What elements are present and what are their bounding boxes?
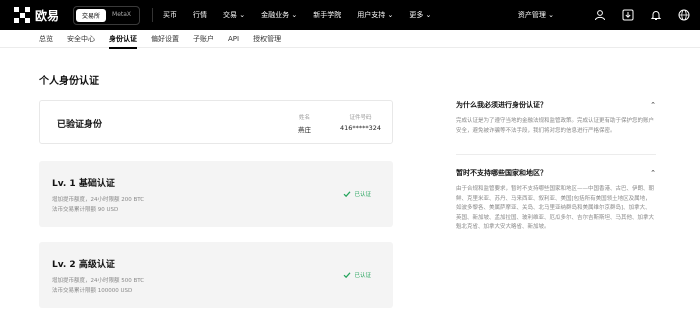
faq-question: 暂时不支持哪些国家和地区？ <box>456 169 547 177</box>
faq-answer: 由于合规和监管要求，暂时不支持哪些国家和地区——中国香港、古巴、伊朗、朝鲜、克里… <box>456 186 655 231</box>
id-number-label: 证件号码 <box>349 115 372 121</box>
chevron-up-icon[interactable]: ⌃ <box>650 169 656 177</box>
asset-management-menu[interactable]: 资产管理 ⌄ <box>518 10 554 20</box>
id-number-value: 416*****324 <box>340 124 382 132</box>
faq-question-header[interactable]: 暂时不支持哪些国家和地区？ ⌃ <box>456 168 656 178</box>
faq-item-why-verify: 为什么我必须进行身份认证？ ⌃ 完成认证是为了遵守当地的金融法规和监管政策。完成… <box>456 100 656 136</box>
level-1-card: Lv. 1 基础认证 增加提币额度，24小时限额 200 BTC 法币交易累计限… <box>39 161 393 227</box>
level-2-status-badge: 已认证 <box>343 271 371 279</box>
tab-sub-accounts[interactable]: 子账户 <box>193 30 214 48</box>
faq-question: 为什么我必须进行身份认证？ <box>456 101 547 109</box>
download-icon[interactable] <box>622 9 634 21</box>
page-title: 个人身份认证 <box>39 76 99 87</box>
nav-item-finance[interactable]: 金融业务 ⌄ <box>261 10 297 20</box>
name-value: 燕庄 <box>298 126 311 134</box>
level-1-title: Lv. 1 基础认证 <box>52 179 115 189</box>
nav-item-markets[interactable]: 行情 <box>193 10 207 20</box>
tab-api[interactable]: API <box>228 30 239 48</box>
main-menu: 买币 行情 交易 ⌄ 金融业务 ⌄ 新手学院 用户支持 ⌄ 更多 ⌄ <box>163 10 447 20</box>
level-1-status-badge: 已认证 <box>343 190 371 198</box>
logo-icon <box>14 7 30 23</box>
tab-authorization-management[interactable]: 授权管理 <box>253 30 281 48</box>
nav-item-support[interactable]: 用户支持 ⌄ <box>357 10 393 20</box>
nav-item-academy[interactable]: 新手学院 <box>313 10 341 20</box>
account-switch[interactable]: 交易所 MetaX <box>73 5 141 25</box>
level-1-fiat-limit: 法币交易累计限额 90 USD <box>52 207 119 213</box>
level-2-title: Lv. 2 高级认证 <box>52 260 115 270</box>
level-1-withdraw-limit: 增加提币额度，24小时限额 200 BTC <box>52 197 145 203</box>
tab-overview[interactable]: 总览 <box>39 30 53 48</box>
faq-item-unsupported-regions: 暂时不支持哪些国家和地区？ ⌃ 由于合规和监管要求，暂时不支持哪些国家和地区——… <box>456 168 656 233</box>
tab-identity-verification[interactable]: 身份认证 <box>109 30 137 49</box>
account-sub-navigation: 总览 安全中心 身份认证 偏好设置 子账户 API 授权管理 <box>0 30 700 49</box>
top-right-actions: 资产管理 ⌄ <box>518 0 690 30</box>
top-navigation-bar: 欧易 交易所 MetaX 买币 行情 交易 ⌄ 金融业务 ⌄ 新手学院 用户支持… <box>0 0 700 30</box>
level-1-status-text: 已认证 <box>354 192 371 198</box>
tab-preferences[interactable]: 偏好设置 <box>151 30 179 48</box>
chevron-up-icon[interactable]: ⌃ <box>650 101 656 109</box>
name-field: 姓名 燕庄 <box>298 113 311 134</box>
check-icon <box>344 191 351 198</box>
faq-divider <box>456 154 656 155</box>
tab-security-center[interactable]: 安全中心 <box>67 30 95 48</box>
name-label: 姓名 <box>298 115 310 121</box>
faq-answer: 完成认证是为了遵守当地的金融法规和监管政策。完成认证更有助于保护您的账户安全，避… <box>456 118 655 134</box>
verified-identity-card: 已验证身份 姓名 燕庄 证件号码 416*****324 <box>39 100 393 144</box>
level-2-card: Lv. 2 高级认证 增加提币额度，24小时限额 500 BTC 法币交易累计限… <box>39 242 393 308</box>
faq-question-header[interactable]: 为什么我必须进行身份认证？ ⌃ <box>456 100 656 110</box>
nav-item-more[interactable]: 更多 ⌄ <box>409 10 431 20</box>
switch-exchange[interactable]: 交易所 <box>76 8 107 22</box>
check-icon <box>344 272 351 279</box>
nav-divider <box>152 8 154 22</box>
level-2-fiat-limit: 法币交易累计限额 100000 USD <box>52 288 133 294</box>
brand-name: 欧易 <box>35 8 60 23</box>
language-globe-icon[interactable] <box>678 9 690 21</box>
nav-item-buy-crypto[interactable]: 买币 <box>163 10 177 20</box>
nav-item-trade[interactable]: 交易 ⌄ <box>223 10 245 20</box>
user-icon[interactable] <box>594 9 606 21</box>
level-2-status-text: 已认证 <box>354 273 371 279</box>
brand-logo[interactable]: 欧易 <box>14 7 59 24</box>
verified-identity-title: 已验证身份 <box>57 120 103 130</box>
level-2-withdraw-limit: 增加提币额度，24小时限额 500 BTC <box>52 278 145 284</box>
id-number-field: 证件号码 416*****324 <box>340 113 381 132</box>
notification-bell-icon[interactable] <box>650 9 662 21</box>
switch-metax[interactable]: MetaX <box>106 9 137 22</box>
